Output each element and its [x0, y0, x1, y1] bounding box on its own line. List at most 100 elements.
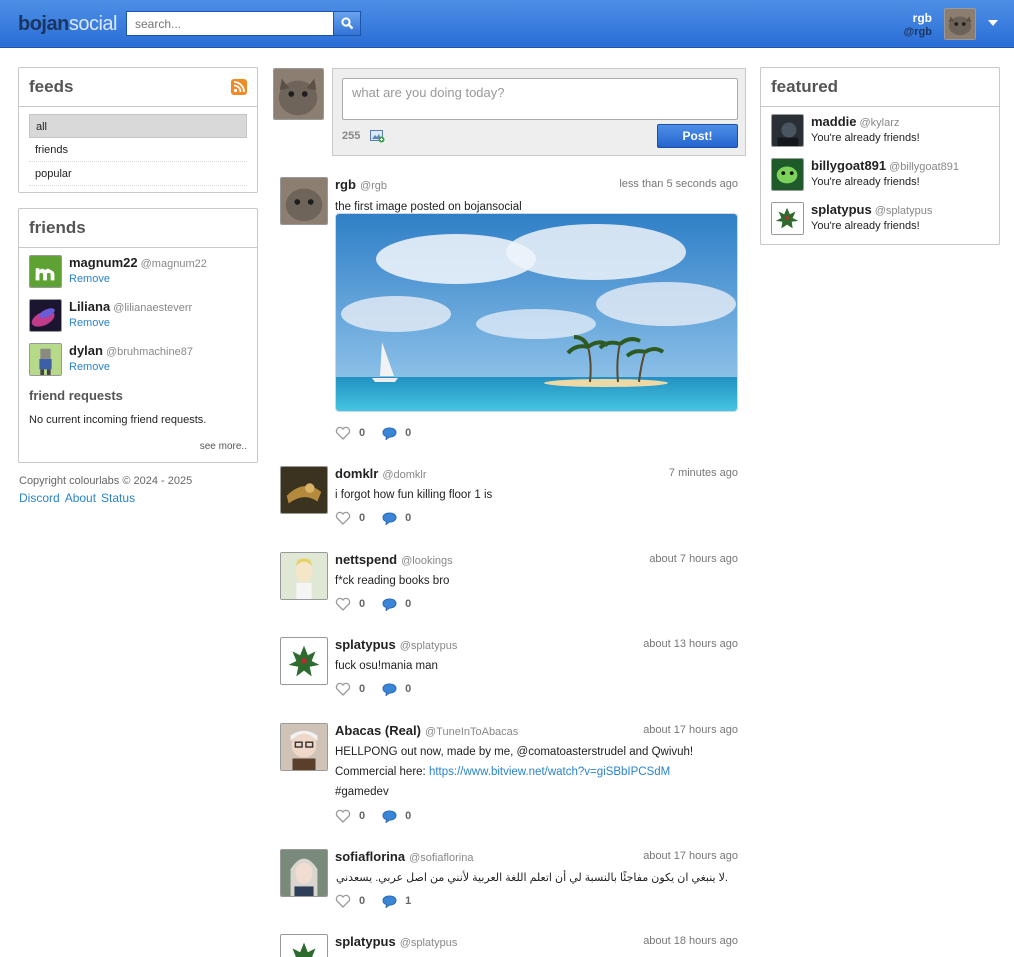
feed-item-popular[interactable]: popular [29, 162, 247, 186]
remove-friend-button[interactable]: Remove [69, 361, 110, 373]
comment-icon[interactable] [382, 894, 397, 908]
avatar[interactable] [280, 637, 328, 685]
post-button[interactable]: Post! [657, 124, 738, 148]
post-time[interactable]: about 17 hours ago [643, 724, 738, 736]
post-time[interactable]: less than 5 seconds ago [619, 178, 738, 190]
avatar[interactable] [29, 343, 62, 376]
featured-name[interactable]: billygoat891 [811, 158, 886, 173]
post-author[interactable]: splatypus [335, 637, 396, 652]
avatar[interactable] [280, 723, 328, 771]
post-author[interactable]: Abacas (Real) [335, 723, 421, 738]
char-counter: 255 [342, 130, 361, 142]
featured-handle: @splatypus [874, 205, 933, 217]
featured-item: maddie @kylarz You're already friends! [771, 114, 996, 154]
post-text: HELLPONG out now, made by me, @comatoast… [335, 746, 694, 798]
comment-icon[interactable] [382, 426, 397, 440]
friend-handle: @lilianaesteverr [113, 302, 193, 314]
current-user-handle: @rgb [903, 26, 932, 38]
status-input[interactable]: what are you doing today? [342, 78, 738, 120]
feed-item-friends[interactable]: friends [29, 138, 247, 162]
post-author[interactable]: rgb [335, 177, 356, 192]
like-count: 0 [359, 810, 366, 822]
avatar[interactable] [771, 158, 804, 191]
footer-links: Discord About Status [19, 491, 140, 505]
friend-item: dylan @bruhmachine87 Remove [29, 343, 254, 383]
attach-image-icon[interactable] [370, 130, 385, 143]
heart-icon[interactable] [335, 511, 351, 525]
avatar[interactable] [280, 934, 328, 957]
logo[interactable]: bojansocial [18, 13, 117, 36]
avatar[interactable] [29, 255, 62, 288]
remove-friend-button[interactable]: Remove [69, 317, 110, 329]
post-handle: @splatypus [399, 640, 458, 652]
top-bar: bojansocial rgb @rgb [0, 0, 1014, 48]
post-time[interactable]: about 18 hours ago [643, 935, 738, 947]
post-image[interactable] [335, 213, 738, 412]
featured-item: billygoat891 @billygoat891 You're already… [771, 158, 996, 198]
post-author[interactable]: domklr [335, 466, 378, 481]
avatar[interactable] [280, 552, 328, 600]
friend-status: You're already friends! [811, 132, 920, 144]
post-author[interactable]: splatypus [335, 934, 396, 949]
featured-handle: @kylarz [859, 117, 900, 129]
footer-link-status[interactable]: Status [101, 491, 135, 505]
post: splatypus @splatypus about 18 hours ago [280, 934, 740, 957]
post-time[interactable]: about 13 hours ago [643, 638, 738, 650]
heart-icon[interactable] [335, 426, 351, 440]
post-text: f*ck reading books bro [335, 575, 450, 587]
search-input[interactable] [126, 11, 334, 36]
comment-count: 0 [405, 427, 412, 439]
featured-handle: @billygoat891 [889, 161, 960, 173]
heart-icon[interactable] [335, 894, 351, 908]
avatar[interactable] [280, 849, 328, 897]
search-button[interactable] [333, 11, 361, 36]
avatar[interactable] [280, 466, 328, 514]
heart-icon[interactable] [335, 682, 351, 696]
see-more-link[interactable]: see more.. [200, 441, 247, 452]
post-time[interactable]: about 7 hours ago [649, 553, 738, 565]
friends-panel: friends magnum22 @magnum22 Remove Liliana… [18, 208, 258, 463]
footer-link-about[interactable]: About [65, 491, 96, 505]
comment-icon[interactable] [382, 511, 397, 525]
friend-name[interactable]: dylan [69, 343, 103, 358]
comment-count: 0 [405, 810, 412, 822]
post-handle: @splatypus [399, 937, 458, 949]
remove-friend-button[interactable]: Remove [69, 273, 110, 285]
avatar[interactable] [771, 114, 804, 147]
friend-name[interactable]: Liliana [69, 299, 110, 314]
friend-status: You're already friends! [811, 176, 920, 188]
friend-name[interactable]: magnum22 [69, 255, 138, 270]
post-time[interactable]: 7 minutes ago [669, 467, 738, 479]
feed-item-all[interactable]: all [29, 114, 247, 138]
featured-name[interactable]: maddie [811, 114, 857, 129]
current-user-avatar[interactable] [944, 8, 976, 40]
copyright: Copyright colourlabs © 2024 - 2025 [19, 475, 193, 487]
current-user-name[interactable]: rgb [913, 11, 932, 25]
post-time[interactable]: about 17 hours ago [643, 850, 738, 862]
rss-icon[interactable] [231, 79, 247, 95]
post: nettspend @lookings about 7 hours ago f*c… [280, 552, 740, 612]
post-author[interactable]: nettspend [335, 552, 397, 567]
featured-item: splatypus @splatypus You're already frien… [771, 202, 996, 242]
friend-handle: @magnum22 [140, 258, 207, 270]
comment-icon[interactable] [382, 809, 397, 823]
comment-icon[interactable] [382, 682, 397, 696]
post-handle: @rgb [359, 180, 388, 192]
post-handle: @TuneInToAbacas [424, 726, 519, 738]
featured-name[interactable]: splatypus [811, 202, 872, 217]
post-link[interactable]: https://www.bitview.net/watch?v=giSBbIPC… [429, 766, 670, 778]
friend-item: magnum22 @magnum22 Remove [29, 255, 254, 295]
chevron-down-icon[interactable] [988, 20, 998, 26]
comment-icon[interactable] [382, 597, 397, 611]
heart-icon[interactable] [335, 597, 351, 611]
heart-icon[interactable] [335, 809, 351, 823]
post: Abacas (Real) @TuneInToAbacas about 17 ho… [280, 723, 740, 828]
comment-count: 0 [405, 512, 412, 524]
avatar[interactable] [29, 299, 62, 332]
avatar[interactable] [280, 177, 328, 225]
post-author[interactable]: sofiaflorina [335, 849, 405, 864]
footer-link-discord[interactable]: Discord [19, 491, 60, 505]
avatar[interactable] [771, 202, 804, 235]
composer-avatar[interactable] [273, 68, 324, 120]
post: sofiaflorina @sofiaflorina about 17 hours… [280, 849, 740, 911]
